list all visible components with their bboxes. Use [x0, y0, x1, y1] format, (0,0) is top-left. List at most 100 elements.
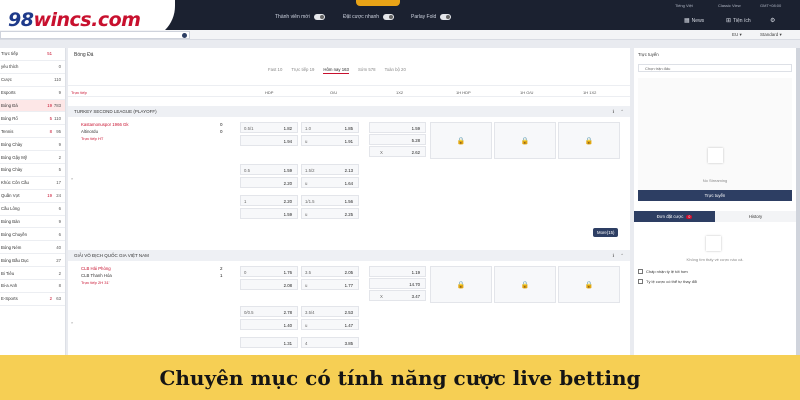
sidebar-item[interactable]: Bóng Rổ 5 110 [0, 112, 65, 126]
search-icon[interactable] [182, 33, 187, 38]
sidebar-item[interactable]: Tennis 8 95 [0, 125, 65, 139]
language-select[interactable]: Tiếng Việt [675, 3, 693, 8]
sidebar-item[interactable]: E-Sports 2 63 [0, 293, 65, 306]
sidebar-item[interactable]: Cầu Lông 6 [0, 203, 65, 216]
hdp-odds-cell[interactable]: 0 1.76 [240, 266, 298, 277]
sidebar-item[interactable]: Bóng Chuyền 6 [0, 228, 65, 242]
promo-tab[interactable] [356, 0, 400, 6]
x12-odds-cell[interactable]: 5.28 [369, 134, 426, 145]
hdp-odds-cell[interactable]: 1.59 [240, 208, 298, 219]
settings-button[interactable]: ⚙ [770, 17, 775, 24]
sports-sidebar: Trực tiếp 51 yêu thích 0 Cược 110 Esports 9 Bóng… [0, 48, 66, 358]
ou-odds-cell[interactable]: 1.5/2 2.13 [301, 164, 359, 175]
sidebar-item[interactable]: Esports 9 [0, 87, 65, 100]
home-team[interactable]: CLB Hải Phòng [81, 266, 111, 271]
market-mode-select[interactable]: Standard ▾ [760, 32, 782, 38]
tab-period[interactable]: Trực tiếp 19 [291, 67, 314, 74]
scrollbar[interactable] [796, 48, 800, 358]
toggle-quick-bet[interactable]: Đặt cược nhanh [343, 14, 395, 20]
sidebar-item[interactable]: Trực tiếp 51 [0, 48, 65, 61]
hdp-odds-cell[interactable]: 2.08 [240, 279, 298, 290]
x12-odds-cell[interactable]: 1.19 [369, 266, 426, 277]
ou-odds-cell[interactable]: 3.5/4 2.53 [301, 306, 359, 317]
view-select[interactable]: Classic View [718, 3, 741, 8]
toggle-switch[interactable] [440, 14, 452, 20]
hdp-odds-cell[interactable]: 0.5 1.59 [240, 164, 298, 175]
x12-odds-cell[interactable]: X 2.62 [369, 146, 426, 157]
home-team[interactable]: Kastamonuspor 1966 Gk [81, 122, 129, 127]
sidebar-item[interactable]: Quần Vợt 19 24 [0, 190, 65, 203]
lock-icon: 🔒 [584, 281, 594, 289]
hdp-odds-cell[interactable]: 1.40 [240, 319, 298, 330]
accept-better-odds-option[interactable]: Chấp nhận tỷ lệ tốt hơn [638, 269, 688, 274]
sidebar-item[interactable]: Bi Tiêu 2 [0, 267, 65, 281]
sidebar-item[interactable]: Bóng Bàn 9 [0, 216, 65, 229]
empty-slip-message: Không tìm thấy vé cược nào cả. [686, 257, 744, 262]
checkbox[interactable] [638, 279, 643, 284]
league-header[interactable]: TURKEY SECOND LEAGUE (PLAYOFF) ℹ ⌃ [68, 106, 630, 117]
sidebar-item[interactable]: Bóng Bầu Dục 27 [0, 254, 65, 268]
locked-market-cell: 🔒 [558, 122, 620, 159]
sidebar-item[interactable]: Bóng Chày 5 [0, 164, 65, 177]
ou-odds-cell[interactable]: 4 3.85 [301, 337, 359, 348]
ou-odds-cell[interactable]: u 1.77 [301, 279, 359, 290]
hdp-odds-cell[interactable]: 0/0.5 2.78 [240, 306, 298, 317]
hdp-odds-cell[interactable]: 1 2.20 [240, 195, 298, 206]
expand-icon[interactable]: » [71, 176, 73, 181]
info-icon[interactable]: ℹ [613, 253, 615, 259]
toggle-switch[interactable] [383, 14, 395, 20]
expand-icon[interactable]: » [71, 320, 73, 325]
ou-odds-cell[interactable]: u 1.91 [301, 135, 359, 146]
auto-odds-change-option[interactable]: Tỷ lệ cược có thể tự thay đổi [638, 279, 697, 284]
checkbox[interactable] [638, 269, 643, 274]
away-team[interactable]: CLB Thanh Hóa [81, 273, 112, 278]
tab-history[interactable]: History [715, 211, 796, 222]
sidebar-item[interactable]: Bóng Đá 19 783 [0, 99, 65, 113]
sidebar-item[interactable]: Bi-a Anh 8 [0, 280, 65, 293]
sidebar-item[interactable]: Khúc Côn Cầu 17 [0, 177, 65, 190]
hdp-odds-cell[interactable]: 2.20 [240, 177, 298, 188]
info-icon[interactable]: ℹ [613, 109, 615, 115]
apps-button[interactable]: ⊞ Tiện ích [726, 17, 751, 25]
x12-odds-cell[interactable]: X 3.47 [369, 290, 426, 301]
period-tabs: Fast 10 Trực tiếp 19 Hôm nay 163 Sớm 578 Toà… [268, 67, 406, 74]
sidebar-item[interactable]: yêu thích 0 [0, 61, 65, 74]
hdp-odds-cell[interactable]: 1.94 [240, 135, 298, 146]
toggle-parlay[interactable]: Parlay Fold [411, 14, 452, 20]
away-team[interactable]: Altinordu [81, 129, 98, 134]
search-input[interactable] [0, 31, 190, 39]
x12-odds-cell[interactable]: 1.59 [369, 122, 426, 133]
news-button[interactable]: ▦ News [684, 17, 704, 25]
sidebar-item[interactable]: Bóng Gậy Mỹ 2 [0, 151, 65, 165]
tab-period[interactable]: Toàn bộ 20 [385, 67, 406, 74]
event-count: 2 [58, 154, 61, 160]
live-count: 51 [47, 51, 52, 57]
x12-odds-cell[interactable]: 14.70 [369, 278, 426, 289]
more-markets-button[interactable]: More(15) [593, 228, 619, 237]
ou-odds-cell[interactable]: u 1.47 [301, 319, 359, 330]
collapse-icon[interactable]: ⌃ [620, 253, 624, 259]
match-select[interactable]: Chọn trận đấu [638, 64, 792, 72]
tab-period[interactable]: Fast 10 [268, 67, 282, 74]
ou-odds-cell[interactable]: u 1.64 [301, 177, 359, 188]
hdp-odds-cell[interactable]: 1.31 [240, 337, 298, 348]
league-header[interactable]: GIẢI VÔ ĐỊCH QUỐC GIA VIỆT NAM ℹ ⌃ [68, 250, 630, 261]
sidebar-item[interactable]: Bóng Ném 40 [0, 241, 65, 255]
toggle-switch[interactable] [313, 14, 325, 20]
sidebar-item-label: Bi-a Anh [1, 283, 18, 289]
hdp-odds-cell[interactable]: 0.5/1 1.82 [240, 122, 298, 133]
ou-odds-cell[interactable]: u 2.25 [301, 208, 359, 219]
tab-bet-slip[interactable]: Đơn đặt cược 0 [634, 211, 715, 222]
ou-odds-cell[interactable]: 1.0 1.85 [301, 122, 359, 133]
home-score: 2 [220, 266, 223, 271]
odds-format-select[interactable]: EU ▾ [732, 32, 742, 38]
ou-odds-cell[interactable]: 1/1.5 1.56 [301, 195, 359, 206]
toggle-new-member[interactable]: Thành viên mới [275, 14, 325, 20]
collapse-icon[interactable]: ⌃ [620, 109, 624, 115]
sidebar-item[interactable]: Bóng Chày 9 [0, 138, 65, 152]
tab-period[interactable]: Hôm nay 163 [323, 67, 349, 74]
live-stream-button[interactable]: Trực tuyến [638, 190, 792, 201]
ou-odds-cell[interactable]: 3.5 2.05 [301, 266, 359, 277]
sidebar-item[interactable]: Cược 110 [0, 74, 65, 87]
tab-period[interactable]: Sớm 578 [358, 67, 376, 74]
